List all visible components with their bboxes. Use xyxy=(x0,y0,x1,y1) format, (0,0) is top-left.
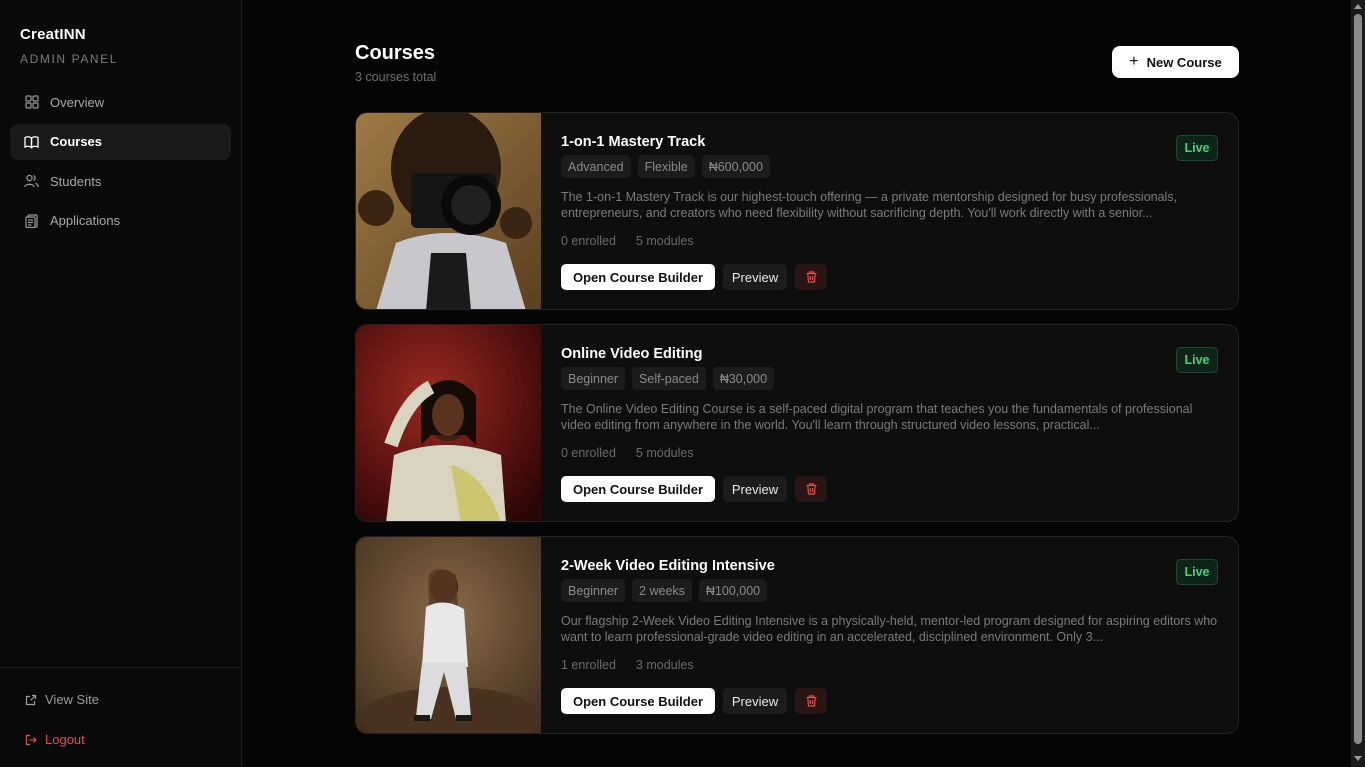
status-badge: Live xyxy=(1176,135,1218,161)
delete-button[interactable] xyxy=(795,476,827,502)
status-badge: Live xyxy=(1176,347,1218,373)
delete-button[interactable] xyxy=(795,264,827,290)
course-meta: 1 enrolled 3 modules xyxy=(561,658,694,672)
course-card: Online Video Editing Beginner Self-paced… xyxy=(355,324,1239,522)
course-description: The Online Video Editing Course is a sel… xyxy=(561,402,1193,432)
sidebar-item-label: Courses xyxy=(50,134,103,149)
schedule-tag: 2 weeks xyxy=(632,579,692,602)
view-site-label: View Site xyxy=(45,692,99,707)
logout-icon xyxy=(25,734,37,746)
trash-icon xyxy=(806,695,816,707)
sidebar-item-courses[interactable]: Courses xyxy=(10,123,231,160)
delete-button[interactable] xyxy=(795,688,827,714)
price-tag: ₦30,000 xyxy=(712,367,775,390)
course-description: Our flagship 2-Week Video Editing Intens… xyxy=(561,614,1218,644)
course-thumbnail xyxy=(356,325,541,521)
preview-button[interactable]: Preview xyxy=(723,264,787,290)
course-description: The 1-on-1 Mastery Track is our highest-… xyxy=(561,190,1178,220)
course-actions: Open Course Builder Preview xyxy=(561,264,827,290)
trash-icon xyxy=(806,271,816,283)
course-body: Online Video Editing Beginner Self-paced… xyxy=(561,325,1218,521)
course-meta: 0 enrolled 5 modules xyxy=(561,234,694,248)
course-title: Online Video Editing xyxy=(561,346,703,362)
course-title: 2-Week Video Editing Intensive xyxy=(561,558,775,574)
plus-icon: + xyxy=(1129,53,1139,70)
brand-subtitle: ADMIN PANEL xyxy=(20,52,119,66)
open-course-builder-button[interactable]: Open Course Builder xyxy=(561,264,715,290)
course-title: 1-on-1 Mastery Track xyxy=(561,134,706,150)
open-course-builder-button[interactable]: Open Course Builder xyxy=(561,476,715,502)
schedule-tag: Flexible xyxy=(637,155,695,178)
open-course-builder-button[interactable]: Open Course Builder xyxy=(561,688,715,714)
new-course-button[interactable]: + New Course xyxy=(1112,46,1239,78)
page-subtitle: 3 courses total xyxy=(355,70,437,84)
course-thumbnail xyxy=(356,113,541,309)
course-body: 2-Week Video Editing Intensive Beginner … xyxy=(561,537,1218,733)
grid-icon xyxy=(24,95,39,110)
sidebar-item-applications[interactable]: Applications xyxy=(10,203,231,239)
preview-button[interactable]: Preview xyxy=(723,688,787,714)
level-tag: Beginner xyxy=(561,367,626,390)
logout-link[interactable]: Logout xyxy=(25,732,85,747)
sidebar-item-label: Overview xyxy=(50,94,105,110)
view-site-link[interactable]: View Site xyxy=(25,692,99,707)
sidebar-footer: View Site Logout xyxy=(0,667,241,767)
course-tags: Beginner Self-paced ₦30,000 xyxy=(561,367,775,390)
course-tags: Beginner 2 weeks ₦100,000 xyxy=(561,579,768,602)
users-icon xyxy=(24,174,39,189)
new-course-label: New Course xyxy=(1146,54,1222,70)
clipboard-icon xyxy=(24,213,39,228)
sidebar-item-overview[interactable]: Overview xyxy=(10,84,231,120)
course-body: 1-on-1 Mastery Track Advanced Flexible ₦… xyxy=(561,113,1218,309)
course-card: 1-on-1 Mastery Track Advanced Flexible ₦… xyxy=(355,112,1239,310)
book-icon xyxy=(24,134,39,149)
sidebar: CreatINN ADMIN PANEL Overview Courses St… xyxy=(0,0,242,767)
scroll-thumb[interactable] xyxy=(1354,14,1362,744)
level-tag: Advanced xyxy=(561,155,631,178)
module-count: 3 modules xyxy=(635,658,694,672)
course-meta: 0 enrolled 5 modules xyxy=(561,446,694,460)
preview-button[interactable]: Preview xyxy=(723,476,787,502)
scroll-up-icon[interactable] xyxy=(1354,4,1362,9)
course-thumbnail xyxy=(356,537,541,733)
page-scrollbar[interactable] xyxy=(1351,0,1365,767)
course-actions: Open Course Builder Preview xyxy=(561,476,827,502)
course-actions: Open Course Builder Preview xyxy=(561,688,827,714)
sidebar-item-students[interactable]: Students xyxy=(10,163,231,199)
sidebar-item-label: Applications xyxy=(50,213,121,228)
enrolled-count: 0 enrolled xyxy=(561,446,616,460)
enrolled-count: 1 enrolled xyxy=(561,658,616,672)
sidebar-nav: Overview Courses Students Applications xyxy=(10,84,231,242)
schedule-tag: Self-paced xyxy=(632,367,706,390)
module-count: 5 modules xyxy=(635,234,694,248)
scroll-down-icon[interactable] xyxy=(1354,756,1362,761)
module-count: 5 modules xyxy=(635,446,694,460)
enrolled-count: 0 enrolled xyxy=(561,234,616,248)
course-card: 2-Week Video Editing Intensive Beginner … xyxy=(355,536,1239,734)
price-tag: ₦600,000 xyxy=(701,155,770,178)
level-tag: Beginner xyxy=(561,579,626,602)
status-badge: Live xyxy=(1176,559,1218,585)
price-tag: ₦100,000 xyxy=(698,579,768,602)
page-title: Courses xyxy=(355,42,436,64)
logout-label: Logout xyxy=(45,732,85,747)
external-link-icon xyxy=(25,694,37,706)
sidebar-item-label: Students xyxy=(50,173,102,189)
course-tags: Advanced Flexible ₦600,000 xyxy=(561,155,770,178)
brand-name: CreatINN xyxy=(20,26,86,43)
trash-icon xyxy=(806,483,816,495)
